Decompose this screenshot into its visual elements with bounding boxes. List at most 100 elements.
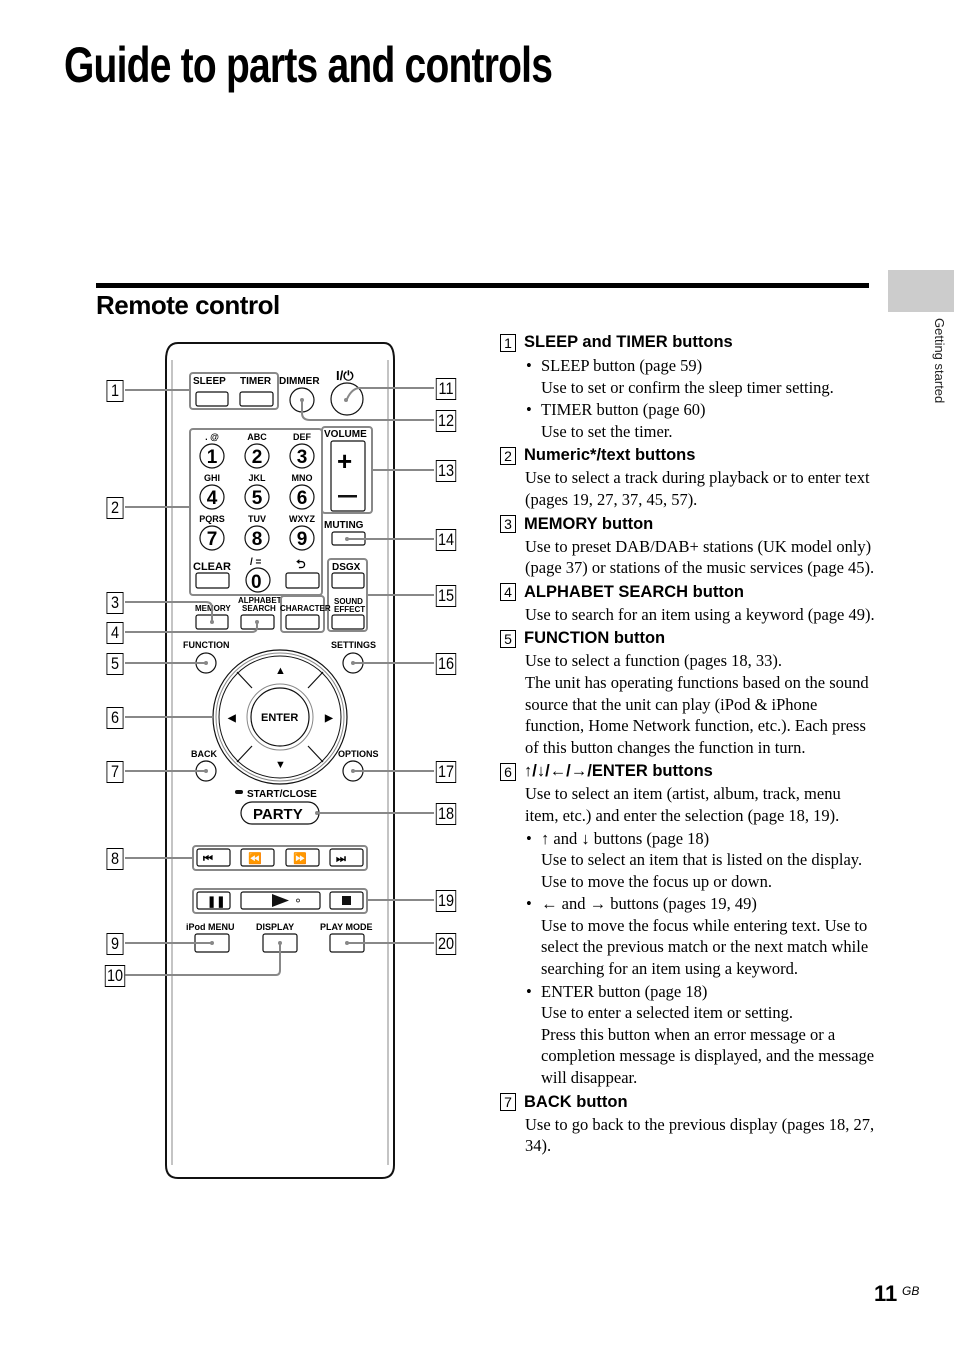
callout-9: 9 <box>106 933 124 955</box>
timer-label: TIMER <box>240 376 272 387</box>
desc-num: 5 <box>500 629 516 648</box>
digit-6-letters: MNO <box>292 473 313 483</box>
callout-7: 7 <box>106 761 124 783</box>
digit-5-letters: JKL <box>248 473 266 483</box>
left-arrow-icon: ◀ <box>227 713 236 724</box>
desc-heading: MEMORY button <box>524 514 654 533</box>
right-arrow-icon: ▶ <box>324 713 334 724</box>
return-button <box>285 572 320 589</box>
next-track-icon: ⏭ <box>336 853 346 865</box>
desc-heading: BACK button <box>524 1092 628 1111</box>
desc-heading: FUNCTION button <box>524 629 666 648</box>
desc-heading: Numeric*/text buttons <box>524 446 696 465</box>
start-close-label: START/CLOSE <box>247 789 317 800</box>
digit-9-label: 9 <box>297 529 308 550</box>
next-track-button <box>329 848 364 867</box>
digit-2-letters: ABC <box>247 432 267 442</box>
desc-num: 7 <box>500 1093 516 1112</box>
sleep-label: SLEEP <box>193 376 226 387</box>
desc-text: Use to preset DAB/DAB+ stations (UK mode… <box>525 536 875 578</box>
digit-9-letters: WXYZ <box>289 514 316 524</box>
clear-label: CLEAR <box>193 561 231 573</box>
pause-icon: ❚❚ <box>207 896 225 908</box>
function-label: FUNCTION <box>183 640 230 650</box>
callout-4: 4 <box>106 622 124 644</box>
volume-label: VOLUME <box>324 429 367 440</box>
desc-item-2: 2 Numeric*/text buttons Use to select a t… <box>500 444 875 510</box>
back-label: BACK <box>191 749 217 759</box>
party-label: PARTY <box>253 806 303 823</box>
return-icon: ⮌ <box>296 557 306 571</box>
callout-8: 8 <box>106 848 124 870</box>
digit-3-label: 3 <box>297 447 308 468</box>
desc-bullet: SLEEP button (page 59)Use to set or conf… <box>526 355 875 398</box>
play-mode-label: PLAY MODE <box>320 922 373 932</box>
callout-19: 19 <box>435 890 457 912</box>
desc-num: 6 <box>500 762 516 781</box>
page-number: 11 <box>874 1281 898 1306</box>
settings-label: SETTINGS <box>331 640 376 650</box>
character-button <box>285 614 320 630</box>
desc-bullet: ← and → buttons (pages 19, 49)Use to mov… <box>526 893 875 979</box>
page-suffix: GB <box>902 1284 920 1298</box>
desc-item-5: 5 FUNCTION button Use to select a functio… <box>500 627 875 758</box>
desc-text: Use to search for an item using a keywor… <box>525 604 875 624</box>
desc-item-6: 6 ↑/↓/←/→/ENTER buttons Use to select an … <box>500 760 875 1088</box>
callout-12: 12 <box>435 410 457 432</box>
stop-icon <box>342 896 351 905</box>
digit-0-label: 0 <box>251 572 262 593</box>
callout-2: 2 <box>106 497 124 519</box>
digit-8-letters: TUV <box>248 514 266 524</box>
clear-button <box>195 572 230 589</box>
desc-item-3: 3 MEMORY button Use to preset DAB/DAB+ st… <box>500 513 875 579</box>
desc-bullet: TIMER button (page 60)Use to set the tim… <box>526 399 875 442</box>
digit-3-letters: DEF <box>293 432 312 442</box>
fast-forward-icon: ⏩ <box>293 852 307 865</box>
desc-num: 1 <box>500 333 516 352</box>
rewind-icon: ⏪ <box>248 852 262 865</box>
descriptions-list: 1 SLEEP and TIMER buttons SLEEP button (p… <box>500 331 875 1159</box>
sound-effect-label-2: EFFECT <box>334 605 365 614</box>
callout-17: 17 <box>435 761 457 783</box>
volume-up-icon: + <box>337 446 352 476</box>
callout-3: 3 <box>106 592 124 614</box>
digit-1-label: 1 <box>207 447 218 468</box>
sound-effect-button <box>331 614 365 630</box>
callout-11: 11 <box>435 378 457 400</box>
digit-8-label: 8 <box>252 529 263 550</box>
callout-1: 1 <box>106 380 124 402</box>
prev-track-button <box>196 848 231 867</box>
desc-text: Use to select a function (pages 18, 33). <box>525 651 783 671</box>
desc-num: 4 <box>500 583 516 602</box>
muting-label: MUTING <box>324 520 364 531</box>
callout-14: 14 <box>435 529 457 551</box>
start-close-indicator <box>235 790 243 794</box>
callout-20: 20 <box>435 933 457 955</box>
digit-4-letters: GHI <box>204 473 220 483</box>
desc-text: Use to select a track during playback or… <box>525 468 870 509</box>
memory-label: MEMORY <box>195 604 231 613</box>
desc-num: 2 <box>500 446 516 465</box>
callout-18: 18 <box>435 803 457 825</box>
digit-2-label: 2 <box>252 447 263 468</box>
desc-item-4: 4 ALPHABET SEARCH button Use to search fo… <box>500 581 875 626</box>
timer-button <box>239 391 274 407</box>
digit-7-letters: PQRS <box>199 514 225 524</box>
desc-bullet: ENTER button (page 18)Use to enter a sel… <box>526 981 875 1089</box>
power-label: I/⏻ <box>336 368 354 383</box>
desc-heading: ALPHABET SEARCH button <box>524 582 744 601</box>
desc-heading: SLEEP and TIMER buttons <box>524 333 733 351</box>
options-label: OPTIONS <box>338 749 379 759</box>
callout-10: 10 <box>104 965 126 987</box>
volume-down-icon <box>338 495 357 498</box>
prev-track-icon: ⏮ <box>203 853 213 865</box>
dsgx-label: DSGX <box>332 562 361 573</box>
digit-6-label: 6 <box>297 488 308 509</box>
desc-item-7: 7 BACK button Use to go back to the previ… <box>500 1091 875 1157</box>
alphabet-search-label-2: SEARCH <box>242 604 276 613</box>
callout-6: 6 <box>106 707 124 729</box>
desc-num: 3 <box>500 515 516 534</box>
display-label: DISPLAY <box>256 922 294 932</box>
desc-text: The unit has operating functions based o… <box>525 672 869 757</box>
sleep-button <box>195 391 229 407</box>
